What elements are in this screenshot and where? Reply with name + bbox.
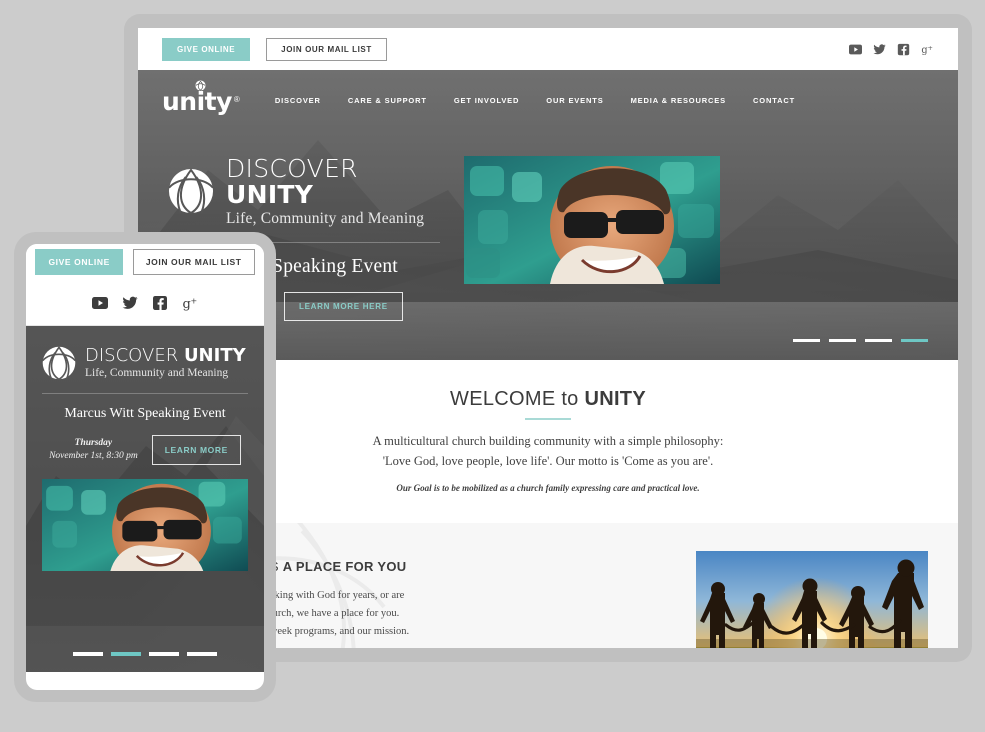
mobile-hero-speaker-photo: [42, 479, 248, 571]
welcome-heading-underline: [525, 418, 571, 420]
mobile-hero-event-datetime: Thursday November 1st, 8:30 pm: [49, 437, 138, 463]
mobile-discover-headline: DISCOVER UNITY: [85, 345, 246, 367]
googleplus-icon[interactable]: g +: [182, 295, 198, 312]
join-mail-list-button[interactable]: JOIN OUR MAIL LIST: [266, 37, 387, 61]
facebook-icon[interactable]: [152, 295, 168, 311]
unity-emblem-icon: [168, 167, 214, 214]
carousel-dot-3[interactable]: [865, 339, 892, 342]
mobile-give-online-button[interactable]: GIVE ONLINE: [35, 249, 123, 275]
svg-text:+: +: [928, 43, 933, 51]
unity-logo-text: unity: [162, 86, 232, 116]
facebook-icon[interactable]: [897, 43, 910, 56]
carousel-dot-2[interactable]: [829, 339, 856, 342]
give-online-button[interactable]: GIVE ONLINE: [162, 37, 251, 61]
mobile-screen: GIVE ONLINE JOIN OUR MAIL LIST g + DISCO…: [26, 244, 264, 690]
mobile-event-day: Thursday: [74, 438, 113, 449]
hero-carousel-indicators: [793, 339, 928, 342]
twitter-icon[interactable]: [122, 295, 138, 311]
nav-link-media-resources[interactable]: MEDIA & RESOURCES: [631, 96, 726, 105]
mobile-hero-carousel-indicators: [26, 652, 264, 656]
mobile-carousel-dot-4[interactable]: [187, 652, 217, 656]
nav-links: DISCOVER CARE & SUPPORT GET INVOLVED OUR…: [275, 96, 795, 107]
mobile-hero-tagline: Life, Community and Meaning: [85, 366, 229, 379]
mobile-discover-text-block: DISCOVER UNITY Life, Community and Meani…: [85, 345, 246, 379]
mobile-carousel-dot-3[interactable]: [149, 652, 179, 656]
smiling-man-with-glasses-image: [42, 479, 248, 571]
hero-tagline: Life, Community and Meaning: [226, 209, 425, 227]
nav-link-get-involved[interactable]: GET INVOLVED: [454, 96, 519, 105]
desktop-social-links: g +: [849, 43, 934, 56]
place-heading-bold: A PLACE FOR YOU: [282, 558, 407, 574]
nav-link-our-events[interactable]: OUR EVENTS: [546, 96, 603, 105]
twitter-icon[interactable]: [873, 43, 886, 56]
discover-headline: DISCOVER UNITY: [226, 154, 440, 210]
mobile-hero-content: DISCOVER UNITY Life, Community and Meani…: [42, 346, 248, 571]
welcome-heading-light: WELCOME to: [450, 388, 585, 410]
group-holding-hands-at-sunset-image: [696, 550, 928, 648]
smiling-man-with-glasses-image: [464, 156, 720, 284]
unity-emblem-icon: [42, 346, 76, 380]
nav-link-contact[interactable]: CONTACT: [753, 96, 795, 105]
mobile-hero: DISCOVER UNITY Life, Community and Meani…: [26, 326, 264, 672]
nav-link-care-support[interactable]: CARE & SUPPORT: [348, 96, 427, 105]
unity-word: UNITY: [226, 180, 314, 210]
mobile-hero-event-details: Thursday November 1st, 8:30 pm LEARN MOR…: [42, 435, 248, 465]
welcome-heading-bold: UNITY: [584, 388, 646, 410]
unity-flower-emblem-icon: [195, 79, 206, 91]
youtube-icon[interactable]: [92, 295, 108, 311]
mobile-unity-word: UNITY: [183, 345, 246, 367]
place-community-photo: [696, 550, 928, 648]
mobile-carousel-dot-2-active[interactable]: [111, 652, 141, 656]
mobile-event-date-time: November 1st, 8:30 pm: [49, 451, 138, 461]
desktop-main-navigation: unity ® DISCOVER CARE & SUPPORT GET INVO…: [138, 70, 958, 132]
mobile-discover-unity-lockup: DISCOVER UNITY Life, Community and Meani…: [42, 346, 248, 380]
mobile-utility-bar: GIVE ONLINE JOIN OUR MAIL LIST: [26, 244, 264, 280]
mobile-device-frame: GIVE ONLINE JOIN OUR MAIL LIST g + DISCO…: [14, 232, 276, 702]
mobile-join-mail-list-button[interactable]: JOIN OUR MAIL LIST: [132, 249, 255, 275]
discover-text-block: DISCOVER UNITY Life, Community and Meani…: [226, 154, 440, 228]
unity-logo[interactable]: unity ®: [162, 79, 240, 116]
svg-text:+: +: [191, 296, 198, 305]
nav-link-discover[interactable]: DISCOVER: [275, 96, 321, 105]
mobile-hero-divider: [42, 393, 248, 394]
googleplus-icon[interactable]: g +: [921, 43, 934, 55]
hero-learn-more-button[interactable]: LEARN MORE HERE: [284, 291, 403, 321]
carousel-dot-1[interactable]: [793, 339, 820, 342]
carousel-dot-4-active[interactable]: [901, 339, 928, 342]
mobile-social-links: g +: [26, 280, 264, 326]
discover-unity-lockup: DISCOVER UNITY Life, Community and Meani…: [168, 154, 440, 228]
mobile-learn-more-button[interactable]: LEARN MORE: [151, 435, 241, 465]
desktop-utility-bar: GIVE ONLINE JOIN OUR MAIL LIST g +: [138, 28, 958, 70]
mobile-carousel-dot-1[interactable]: [73, 652, 103, 656]
trademark-symbol: ®: [233, 94, 240, 104]
discover-word: DISCOVER: [226, 154, 358, 183]
hero-speaker-photo: [464, 156, 720, 284]
youtube-icon[interactable]: [849, 43, 862, 56]
mobile-hero-event-title: Marcus Witt Speaking Event: [64, 406, 226, 421]
mobile-discover-word: DISCOVER: [85, 345, 184, 367]
